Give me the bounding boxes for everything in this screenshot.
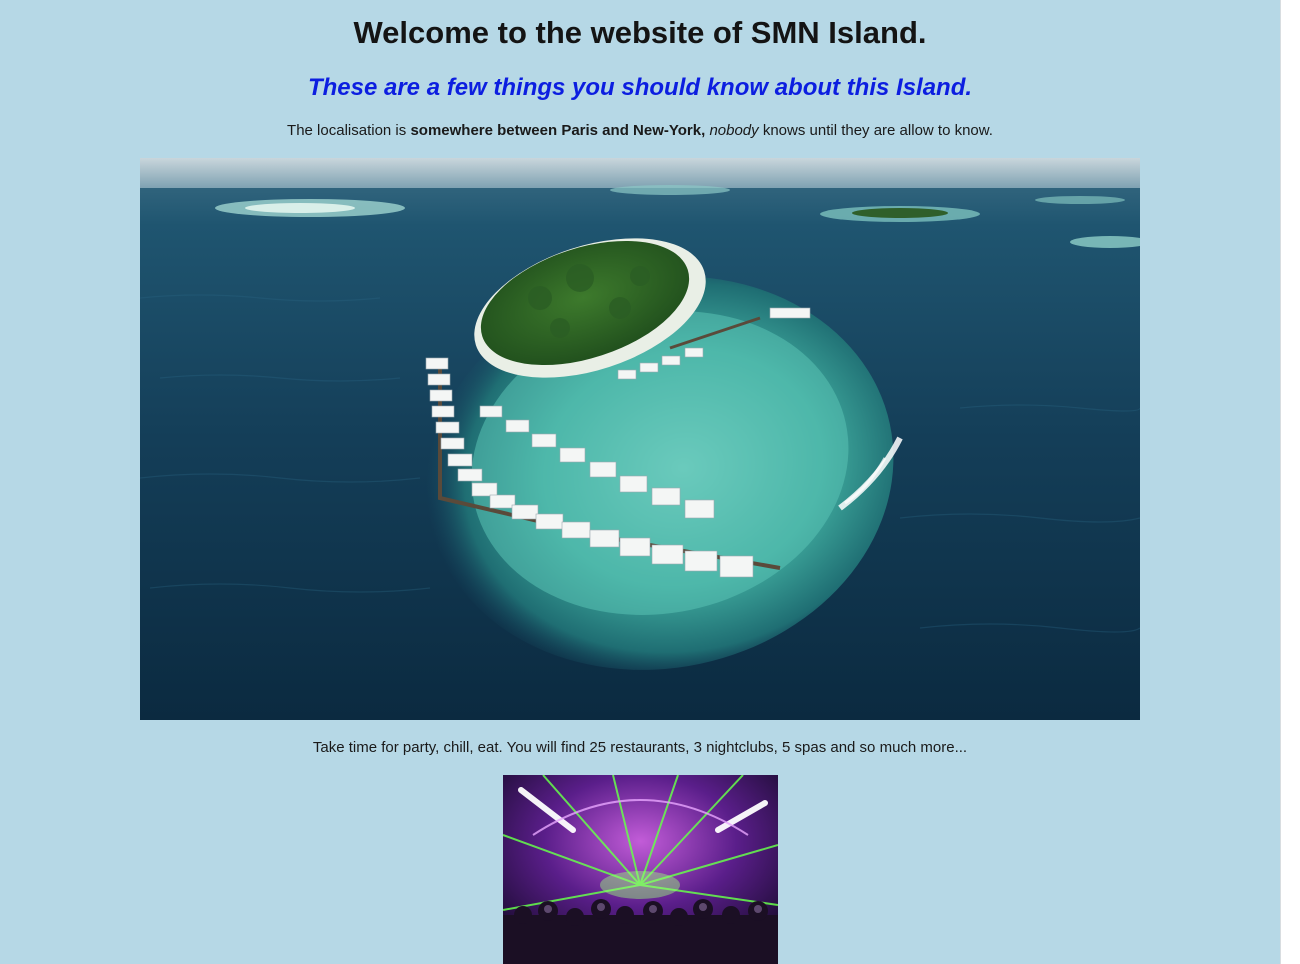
intro-prefix: The localisation is	[287, 122, 411, 139]
web-page: Welcome to the website of SMN Island. Th…	[0, 0, 1280, 964]
localisation-paragraph: The localisation is somewhere between Pa…	[0, 122, 1280, 139]
intro-italic-nobody: nobody	[709, 122, 759, 139]
intro-bold-location: somewhere between Paris and New-York,	[410, 122, 706, 139]
window-edge	[1280, 0, 1300, 964]
amenities-paragraph: Take time for party, chill, eat. You wil…	[312, 739, 968, 756]
nightclub-photo	[503, 775, 778, 964]
page-subtitle: These are a few things you should know a…	[307, 74, 973, 101]
intro-suffix: knows until they are allow to know.	[758, 122, 993, 139]
page-title: Welcome to the website of SMN Island.	[353, 15, 927, 50]
island-aerial-photo	[140, 158, 1140, 720]
